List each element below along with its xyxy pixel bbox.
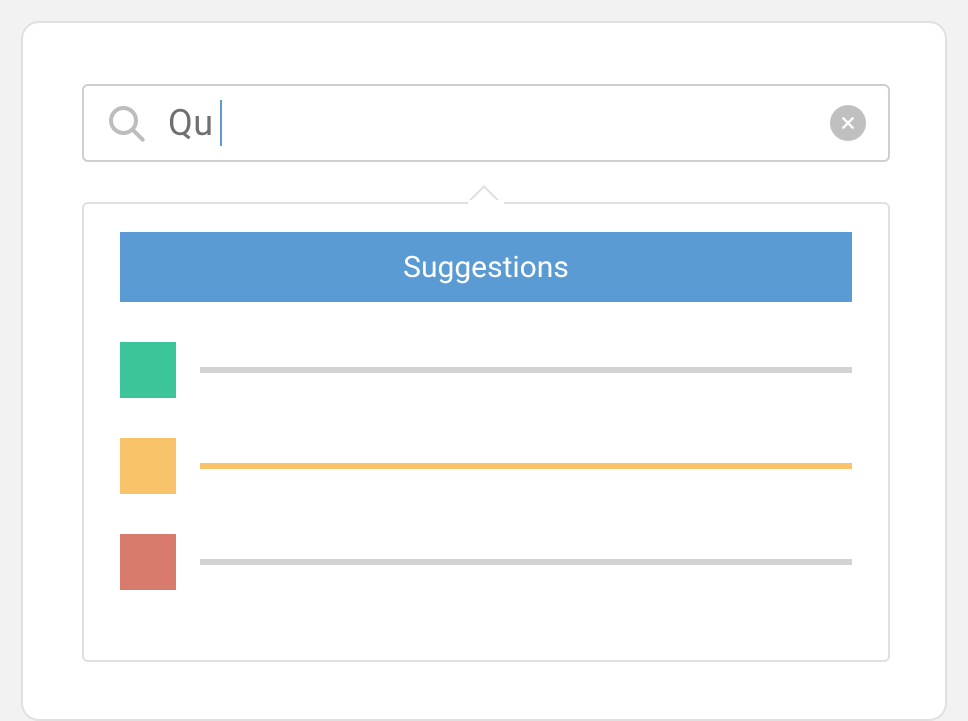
swatch-icon	[120, 342, 176, 398]
suggestions-header-label: Suggestions	[403, 250, 569, 285]
clear-button[interactable]	[830, 105, 866, 141]
suggestion-line	[200, 463, 852, 469]
suggestions-dropdown: Suggestions	[82, 202, 890, 662]
list-item[interactable]	[120, 534, 852, 590]
swatch-icon	[120, 438, 176, 494]
swatch-icon	[120, 534, 176, 590]
close-icon	[840, 115, 856, 131]
list-item[interactable]	[120, 438, 852, 494]
suggestion-line	[200, 367, 852, 373]
search-value: Qu	[168, 102, 214, 144]
search-icon	[106, 103, 146, 143]
suggestions-header: Suggestions	[120, 232, 852, 302]
search-value-wrap: Qu	[168, 100, 222, 146]
app-panel: Qu Suggestions	[21, 21, 947, 721]
search-input[interactable]: Qu	[82, 84, 890, 162]
suggestion-line	[200, 559, 852, 565]
dropdown-pointer-mask	[468, 200, 504, 208]
list-item[interactable]	[120, 342, 852, 398]
text-cursor	[220, 100, 223, 146]
